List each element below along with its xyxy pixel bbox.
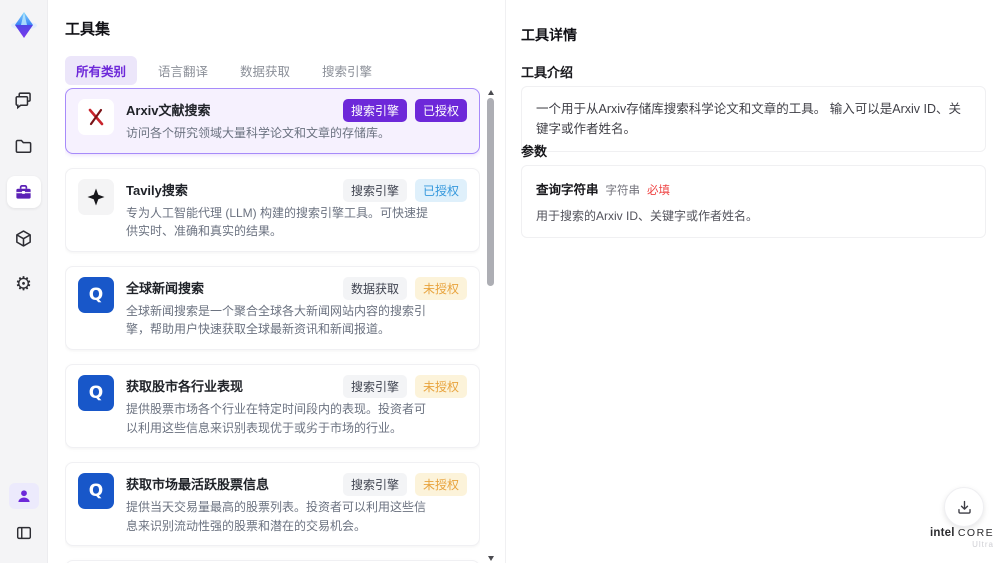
tab-all-categories[interactable]: 所有类别 <box>65 56 138 85</box>
sidebar-rail: ⚙ <box>0 0 48 563</box>
folder-icon <box>15 139 32 153</box>
tool-description: 访问各个研究领域大量科学论文和文章的存储库。 <box>126 126 391 140</box>
download-button[interactable] <box>944 487 984 527</box>
intel-core-badge: intel CORE Ultra <box>930 527 994 549</box>
chat-icon <box>15 91 31 109</box>
brand-intel: intel <box>930 527 955 539</box>
gem-logo-icon <box>10 12 37 38</box>
tab-data-fetch[interactable]: 数据获取 <box>229 56 301 85</box>
category-badge: 搜索引擎 <box>342 178 407 202</box>
brand-sub: Ultra <box>972 540 994 549</box>
category-badge: 搜索引擎 <box>342 99 407 122</box>
parameter-type: 字符串 <box>605 185 641 197</box>
q-glyph: Q <box>88 382 104 403</box>
required-badge: 必填 <box>647 185 671 197</box>
sidebar-nav: ⚙ <box>6 84 41 300</box>
arxiv-logo-icon <box>78 99 114 135</box>
scrollbar-thumb[interactable] <box>487 98 494 286</box>
sidebar-item-chat[interactable] <box>7 84 41 116</box>
sidebar-bottom <box>7 483 41 549</box>
parameter-name: 查询字符串 <box>536 183 599 197</box>
category-badge: 搜索引擎 <box>342 473 407 497</box>
gear-icon: ⚙ <box>14 273 33 295</box>
brand-text: intel CORE <box>930 527 994 539</box>
category-tabs: 所有类别 语言翻译 数据获取 搜索引擎 <box>65 56 383 85</box>
app-window: ⚙ 工具集 所有类别 语言翻译 数据获取 搜索引擎 Arxiv文献搜索 访问各个… <box>0 0 1000 563</box>
tab-language-translation[interactable]: 语言翻译 <box>147 56 219 85</box>
toolbox-icon <box>16 184 31 199</box>
toolset-pane: 工具集 所有类别 语言翻译 数据获取 搜索引擎 Arxiv文献搜索 访问各个研究… <box>48 0 505 563</box>
brand-core: CORE <box>957 527 995 539</box>
tool-description: 提供股票市场各个行业在特定时间段内的表现。投资者可以利用这些信息来识别表现优于或… <box>126 401 427 435</box>
active-stocks-icon: Q <box>78 473 114 510</box>
download-icon <box>957 500 971 514</box>
category-badge: 数据获取 <box>342 276 407 300</box>
q-glyph: Q <box>88 284 104 305</box>
tool-description: 全球新闻搜索是一个聚合全球各大新闻网站内容的搜索引擎，帮助用户快速获取全球最新资… <box>126 303 427 337</box>
tool-tags: 数据获取 未授权 <box>342 276 467 300</box>
category-badge: 搜索引擎 <box>342 374 407 398</box>
tab-search-engine[interactable]: 搜索引擎 <box>311 56 383 85</box>
intro-card: 一个用于从Arxiv存储库搜索科学论文和文章的工具。 输入可以是Arxiv ID… <box>521 86 986 152</box>
params-heading: 参数 <box>521 144 548 159</box>
scroll-down-arrow-icon[interactable] <box>488 556 494 561</box>
tool-card-global-news[interactable]: Q 全球新闻搜索 全球新闻搜索是一个聚合全球各大新闻网站内容的搜索引擎，帮助用户… <box>65 265 480 350</box>
parameter-description: 用于搜索的Arxiv ID、关键字或作者姓名。 <box>536 209 759 223</box>
status-badge: 未授权 <box>414 276 467 300</box>
sidebar-item-models[interactable] <box>7 222 41 254</box>
tool-tags: 搜索引擎 未授权 <box>342 374 467 398</box>
cube-icon <box>16 229 31 247</box>
scroll-up-arrow-icon[interactable] <box>488 90 494 95</box>
details-title: 工具详情 <box>521 27 577 43</box>
stock-sector-icon: Q <box>78 374 114 411</box>
sidebar-item-toolset[interactable] <box>6 176 41 208</box>
status-badge: 未授权 <box>414 473 467 497</box>
status-badge: 未授权 <box>414 374 467 398</box>
tool-description: 专为人工智能代理 (LLM) 构建的搜索引擎工具。可快速提供实时、准确和真实的结… <box>126 205 429 239</box>
status-badge: 已授权 <box>414 178 467 202</box>
status-badge: 已授权 <box>414 99 467 122</box>
tool-tags: 搜索引擎 已授权 <box>342 178 467 202</box>
tool-card-most-active-stocks[interactable]: Q 获取市场最活跃股票信息 提供当天交易量最高的股票列表。投资者可以利用这些信息… <box>65 462 480 547</box>
app-logo <box>7 8 41 42</box>
list-scrollbar <box>486 88 496 563</box>
tool-tags: 搜索引擎 已授权 <box>342 99 467 122</box>
news-search-icon: Q <box>78 276 114 313</box>
parameter-header: 查询字符串 字符串 必填 <box>536 179 971 198</box>
page-title: 工具集 <box>65 21 111 38</box>
person-icon <box>17 490 30 502</box>
panel-toggle-icon <box>16 526 31 540</box>
tool-tags: 搜索引擎 未授权 <box>342 473 467 497</box>
tavily-star-icon <box>78 178 114 215</box>
tool-card-tavily[interactable]: Tavily搜索 专为人工智能代理 (LLM) 构建的搜索引擎工具。可快速提供实… <box>65 167 480 252</box>
q-glyph: Q <box>88 481 104 502</box>
tool-details-pane: 工具详情 工具介绍 一个用于从Arxiv存储库搜索科学论文和文章的工具。 输入可… <box>505 0 1000 563</box>
intro-heading: 工具介绍 <box>521 65 574 80</box>
user-avatar[interactable] <box>8 483 39 509</box>
tool-card-arxiv[interactable]: Arxiv文献搜索 访问各个研究领域大量科学论文和文章的存储库。 搜索引擎 已授… <box>65 88 480 154</box>
sidebar-item-settings[interactable]: ⚙ <box>7 268 41 300</box>
tool-description: 提供当天交易量最高的股票列表。投资者可以利用这些信息来识别流动性强的股票和潜在的… <box>126 500 427 533</box>
tool-card-sector-performance[interactable]: Q 获取股市各行业表现 提供股票市场各个行业在特定时间段内的表现。投资者可以利用… <box>65 363 480 449</box>
parameter-card: 查询字符串 字符串 必填 用于搜索的Arxiv ID、关键字或作者姓名。 <box>521 165 986 238</box>
sidebar-item-files[interactable] <box>7 130 41 162</box>
tool-list: Arxiv文献搜索 访问各个研究领域大量科学论文和文章的存储库。 搜索引擎 已授… <box>65 88 480 563</box>
collapse-sidebar-button[interactable] <box>7 517 41 549</box>
